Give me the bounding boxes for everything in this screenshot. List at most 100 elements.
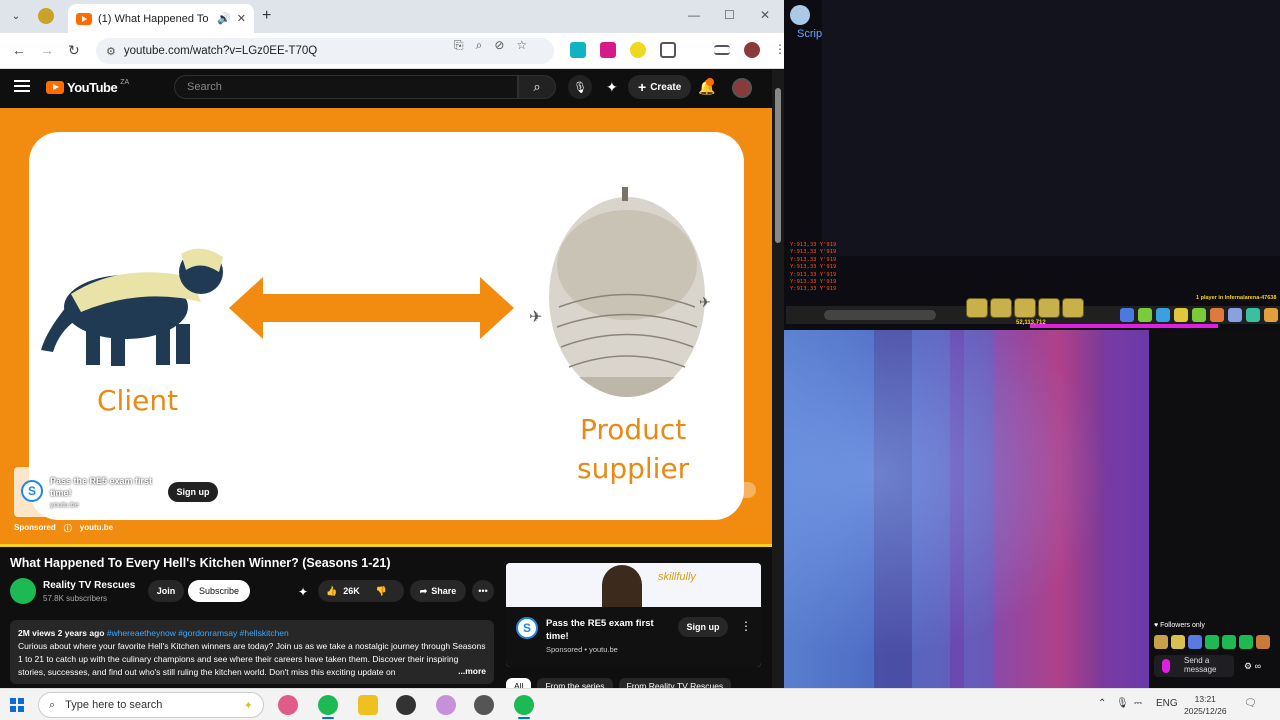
app-icon[interactable] [396,695,416,715]
reload-icon[interactable]: ↻ [68,42,80,59]
microphone-tray-icon[interactable]: 🎙 [1116,698,1129,709]
description-box[interactable]: 2M views 2 years ago #whereaetheynow #go… [10,620,494,684]
copilot-icon[interactable] [278,695,298,715]
profile-avatar[interactable] [744,42,760,58]
search-icon[interactable]: ⌕ [518,75,556,99]
inventory-slot[interactable] [1014,298,1036,318]
puzzle-extensions-icon[interactable] [660,42,676,58]
game-chat-input[interactable] [824,310,936,320]
chrome-icon[interactable] [318,695,338,715]
chip-all[interactable]: All [506,678,532,688]
sparkle-icon[interactable]: ✦ [606,79,618,96]
game-item-icon[interactable] [1210,308,1224,322]
hamburger-menu-icon[interactable] [14,80,30,92]
back-arrow-icon[interactable]: ← [12,42,26,58]
youtube-logo[interactable]: YouTube ZA [46,79,129,95]
more-actions-button[interactable]: ••• [472,580,494,602]
like-button[interactable]: 👍 26K 👎 [318,580,404,602]
ad-progress-bar[interactable] [0,544,772,547]
join-button[interactable]: Join [148,580,184,602]
game-item-icon[interactable] [1138,308,1152,322]
game-item-icon[interactable] [1174,308,1188,322]
taskbar-clock[interactable]: 13:21 2025/12/26 [1184,693,1227,717]
speaker-icon[interactable]: 🔊 [217,12,231,25]
hashtags[interactable]: #whereaetheynow #gordonramsay #hellskitc… [107,628,289,638]
account-avatar[interactable] [732,78,752,98]
inventory-slot[interactable] [1038,298,1060,318]
video-player[interactable]: ✈ ✈ Client Product supplier S Pass the R… [0,108,772,546]
tab-search-chevron-icon[interactable]: ⌄ [6,6,26,26]
notification-icon[interactable]: 🗨 [1244,698,1257,709]
scrollbar-thumb[interactable] [775,88,781,243]
game-item-icon[interactable] [1156,308,1170,322]
sponsored-domain[interactable]: youtu.be [80,523,113,534]
tab-youtube[interactable]: (1) What Happened To Every 🔊 ✕ [68,4,254,33]
close-window-button[interactable]: ✕ [760,8,770,22]
emote-icon[interactable] [1222,635,1236,649]
minimize-button[interactable]: — [688,8,700,22]
game-viewport[interactable] [822,0,1280,256]
chat-settings-icon[interactable]: ⚙ ∞ [1244,661,1261,672]
eye-off-icon[interactable]: ⊘ [494,38,504,53]
inventory-slot[interactable] [1062,298,1084,318]
extension-icon[interactable] [630,42,646,58]
tray-chevron-icon[interactable]: ⌃ [1098,698,1106,709]
companion-ad[interactable]: skillfully S Pass the RE5 exam first tim… [506,563,761,667]
ad-signup-button[interactable]: Sign up [168,482,218,502]
companion-ad-banner[interactable]: skillfully [506,563,761,607]
tab-close-icon[interactable]: ✕ [237,12,246,25]
skip-ad-button[interactable]: Skip [708,482,756,498]
new-tab-button[interactable]: + [262,7,271,25]
url-text[interactable]: youtube.com/watch?v=LGz0EE-T70Q [124,45,317,57]
forward-arrow-icon[interactable]: → [40,42,54,58]
script-app-icon[interactable] [790,5,810,25]
send-message-placeholder[interactable]: Send a message [1184,656,1224,674]
maximize-button[interactable]: ☐ [724,8,735,22]
youtube-search-input[interactable]: Search [174,75,518,99]
sparkle-icon[interactable]: ✦ [298,585,308,599]
info-icon[interactable]: ⓘ [64,523,72,534]
chip-from-channel[interactable]: From Reality TV Rescues [618,678,732,688]
show-more-link[interactable]: ...more [454,665,486,678]
menu-kebab-icon[interactable]: ⋮ [740,619,752,633]
game-item-icon[interactable] [1120,308,1134,322]
game-item-icon[interactable] [1246,308,1260,322]
thumbs-down-icon[interactable]: 👎 [376,586,387,597]
game-item-icon[interactable] [1228,308,1242,322]
bits-icon[interactable] [1162,659,1170,673]
companion-ad-title[interactable]: Pass the RE5 exam first time! [546,617,666,643]
ad-title[interactable]: Pass the RE5 exam first time! [50,475,160,499]
emote-icon[interactable] [1205,635,1219,649]
language-indicator[interactable]: ENG [1156,698,1178,709]
emote-icon[interactable] [1239,635,1253,649]
game-item-icon[interactable] [1264,308,1278,322]
file-explorer-icon[interactable] [358,695,378,715]
channel-avatar[interactable] [10,578,36,604]
zoom-icon[interactable]: ⌕ [476,38,483,53]
taskbar-search[interactable]: ⌕ Type here to search ✦ [38,692,264,718]
app-icon[interactable] [474,695,494,715]
reading-list-icon[interactable] [714,45,730,55]
emote-icon[interactable] [1188,635,1202,649]
network-icon[interactable]: ⎓ [1134,698,1142,709]
cast-icon[interactable]: ⎘ [454,38,464,53]
app-icon[interactable] [436,695,456,715]
extension-icon[interactable] [570,42,586,58]
share-button[interactable]: ➦ Share [410,580,466,602]
chip-from-series[interactable]: From the series [537,678,613,688]
pinned-tab-icon[interactable] [38,8,54,24]
companion-ad-signup-button[interactable]: Sign up [678,617,728,637]
menu-kebab-icon[interactable]: ⋮ [774,42,784,58]
inventory-slot[interactable] [990,298,1012,318]
emote-icon[interactable] [1256,635,1270,649]
windows-start-icon[interactable] [10,698,24,712]
extension-icon[interactable] [600,42,616,58]
subscribe-button[interactable]: Subscribe [188,580,250,602]
game-item-icon[interactable] [1192,308,1206,322]
create-button[interactable]: + Create [628,75,692,99]
stream-video[interactable] [784,330,1149,688]
bookmark-star-icon[interactable]: ☆ [516,38,527,53]
ad-overlay-card[interactable]: S Pass the RE5 exam first time! youtu.be… [14,467,225,517]
inventory-slot[interactable] [966,298,988,318]
site-info-icon[interactable]: ⚙ [106,45,116,58]
